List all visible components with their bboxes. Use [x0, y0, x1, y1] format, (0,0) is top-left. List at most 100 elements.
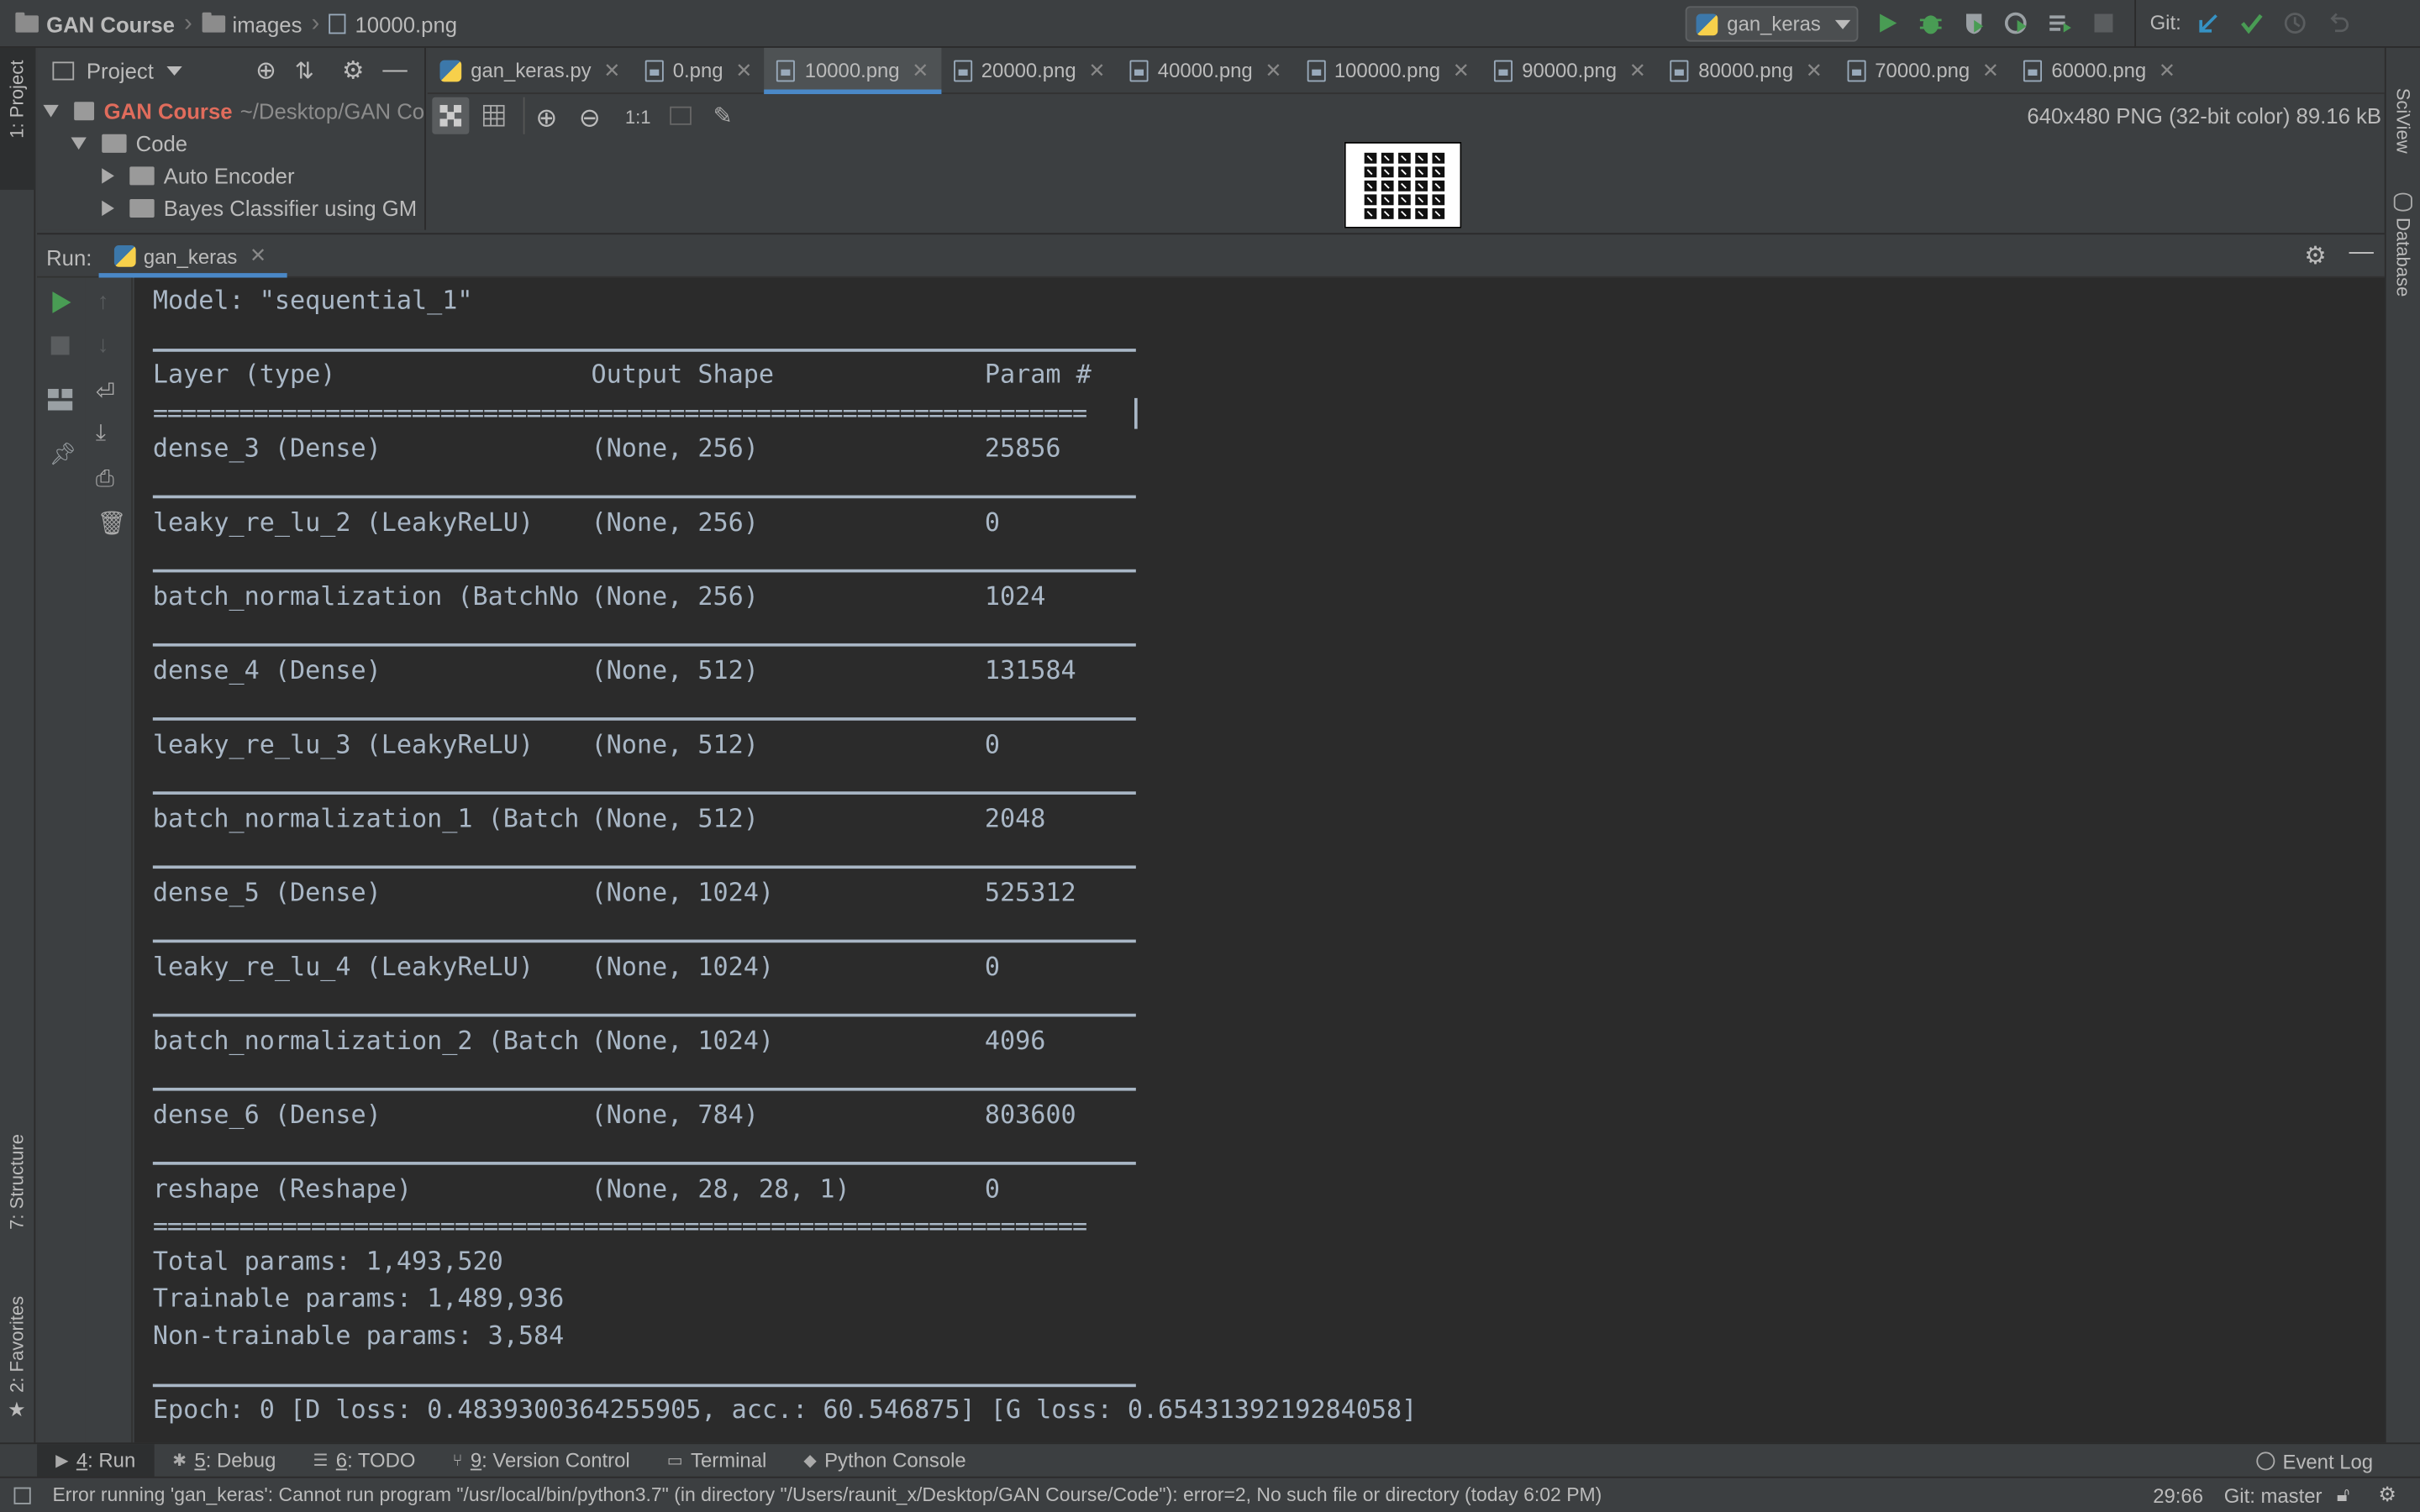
hide-icon[interactable]: —	[2349, 239, 2374, 267]
project-tool-button[interactable]: 1: Project	[0, 47, 36, 190]
editor-tab[interactable]: 70000.png ✕	[1835, 47, 2012, 93]
breadcrumb: GAN Course › images › 10000.png	[15, 0, 457, 48]
editor-tab[interactable]: 60000.png ✕	[2012, 47, 2188, 93]
zoom-out-icon[interactable]: ⊖	[579, 103, 601, 134]
editor-tab[interactable]: gan_keras.py ✕	[428, 47, 633, 93]
run-tab-gan-keras[interactable]: gan_keras ✕	[98, 234, 287, 278]
color-picker-icon[interactable]: ✎	[713, 102, 733, 129]
zoom-in-icon[interactable]: ⊕	[535, 103, 557, 134]
gear-icon[interactable]: ⚙	[342, 55, 364, 87]
editor-tab[interactable]: 20000.png ✕	[941, 47, 1118, 93]
close-icon[interactable]: ✕	[1453, 58, 1470, 82]
tab-label: 70000.png	[1875, 58, 1970, 82]
soft-wrap-icon[interactable]: ⏎	[96, 378, 115, 406]
mnemonic-key: 6	[335, 1448, 348, 1473]
param-count: 0	[984, 952, 1000, 982]
tree-item-code[interactable]: Code	[37, 127, 424, 160]
param-count: 2048	[984, 803, 1046, 833]
breadcrumb-file[interactable]: 10000.png	[329, 0, 457, 48]
close-icon[interactable]: ✕	[603, 58, 620, 82]
favorites-tool-button[interactable]: 2: Favorites ★	[0, 1290, 35, 1429]
run-configuration-select[interactable]: gan_keras	[1685, 6, 1859, 42]
stop-icon[interactable]	[50, 336, 70, 355]
header-params: Param #	[984, 359, 1092, 389]
editor-tab[interactable]: 80000.png ✕	[1658, 47, 1834, 93]
close-icon[interactable]: ✕	[250, 244, 266, 268]
header-layer: Layer (type)	[152, 359, 336, 389]
tree-item-bayes-classifier[interactable]: Bayes Classifier using GM	[37, 192, 424, 224]
close-icon[interactable]: ✕	[1265, 58, 1281, 82]
structure-tool-button[interactable]: 7: Structure	[0, 1128, 35, 1267]
layer-name: leaky_re_lu_4 (LeakyReLU)	[152, 952, 534, 982]
bottom-tool-debug[interactable]: ✱ 5: Debug	[154, 1443, 294, 1477]
bottom-tool-versioncontrol[interactable]: ⑂ 9: Version Control	[434, 1443, 648, 1477]
event-log-button[interactable]: Event Log	[2256, 1444, 2373, 1478]
pin-icon[interactable]: 📌︎	[50, 441, 77, 467]
close-icon[interactable]: ✕	[735, 58, 752, 82]
breadcrumb-project[interactable]: GAN Course	[15, 0, 175, 48]
bottom-tool-pythonconsole[interactable]: ◆ Python Console	[785, 1443, 984, 1477]
tool-windows-icon[interactable]	[13, 1487, 31, 1504]
close-icon[interactable]: ✕	[1982, 58, 1999, 82]
status-message[interactable]: Error running 'gan_keras': Cannot run pr…	[52, 1484, 1602, 1506]
python-file-icon	[439, 59, 462, 81]
git-commit-icon[interactable]	[2235, 6, 2269, 39]
git-branch[interactable]: Git: master	[2224, 1484, 2323, 1508]
project-view-select[interactable]: Project	[87, 59, 154, 83]
tree-item-gan-course[interactable]: GAN Course ~/Desktop/GAN Co	[37, 94, 424, 127]
collapse-all-icon[interactable]: ⇅	[295, 57, 314, 85]
hide-icon[interactable]: —	[382, 57, 407, 85]
concurrency-diagram-icon[interactable]	[2044, 6, 2077, 39]
git-update-icon[interactable]	[2191, 6, 2225, 39]
folder-icon	[201, 12, 225, 33]
sciview-tool-button[interactable]: SciView	[2392, 88, 2414, 154]
bottom-tool-terminal[interactable]: ▭ Terminal	[649, 1443, 786, 1477]
editor-tab[interactable]: 10000.png ✕	[764, 47, 942, 94]
gear-icon[interactable]: ⚙	[2304, 241, 2326, 272]
rerun-icon[interactable]	[51, 291, 73, 313]
run-with-coverage-icon[interactable]	[1957, 6, 1991, 39]
arrow-down-icon[interactable]: ↓	[97, 332, 109, 358]
history-icon[interactable]	[2278, 6, 2312, 39]
editor-tab[interactable]: 0.png ✕	[633, 47, 765, 93]
profile-icon[interactable]	[2000, 6, 2033, 39]
locate-icon[interactable]: ⊕	[255, 55, 276, 87]
actual-size-button[interactable]: 1:1	[625, 107, 651, 129]
editor-tab[interactable]: 40000.png ✕	[1118, 47, 1294, 93]
debug-icon[interactable]	[1914, 6, 1948, 39]
right-tool-stripe: SciView Database	[2384, 47, 2420, 1443]
close-icon[interactable]: ✕	[2159, 58, 2175, 82]
tool-label: : Run	[87, 1448, 136, 1473]
tab-label: 100000.png	[1334, 58, 1441, 82]
tree-item-auto-encoder[interactable]: Auto Encoder	[37, 159, 424, 192]
bottom-tool-run[interactable]: ▶ 4: Run	[37, 1443, 155, 1478]
run-console-output[interactable]: Model: "sequential_1" Layer (type) Outpu…	[134, 277, 2385, 1443]
grid-icon[interactable]	[482, 104, 505, 127]
trash-icon[interactable]: 🗑︎	[97, 509, 127, 537]
caret-position[interactable]: 29:66	[2153, 1484, 2203, 1508]
editor-tab[interactable]: 100000.png ✕	[1294, 47, 1481, 93]
stop-icon[interactable]	[2086, 6, 2120, 39]
bottom-tool-todo[interactable]: ☰ 6: TODO	[294, 1443, 434, 1477]
layer-name: dense_6 (Dense)	[152, 1100, 381, 1130]
database-tool-button[interactable]: Database	[2392, 218, 2414, 297]
scroll-to-end-icon[interactable]: ⤓	[96, 420, 106, 446]
rollback-icon[interactable]	[2321, 6, 2354, 39]
run-icon[interactable]	[1870, 6, 1904, 39]
chevron-right-icon: ›	[184, 9, 192, 37]
close-icon[interactable]: ✕	[1088, 58, 1105, 82]
background-toggle-icon[interactable]	[432, 97, 470, 134]
print-icon[interactable]: ⎙	[96, 466, 114, 492]
fit-zoom-icon[interactable]	[670, 106, 692, 125]
layout-icon[interactable]	[47, 388, 73, 411]
inspector-icon[interactable]: ⚙	[2378, 1483, 2396, 1507]
editor-tab[interactable]: 90000.png ✕	[1481, 47, 1658, 93]
close-icon[interactable]: ✕	[1629, 58, 1646, 82]
lock-icon[interactable]: 🔓︎	[2337, 1483, 2349, 1507]
arrow-up-icon[interactable]: ↑	[97, 288, 109, 314]
close-icon[interactable]: ✕	[912, 58, 929, 82]
breadcrumb-folder[interactable]: images	[201, 0, 302, 48]
run-label: Run:	[46, 245, 92, 270]
chevron-down-icon[interactable]	[166, 66, 182, 76]
close-icon[interactable]: ✕	[1806, 58, 1823, 82]
